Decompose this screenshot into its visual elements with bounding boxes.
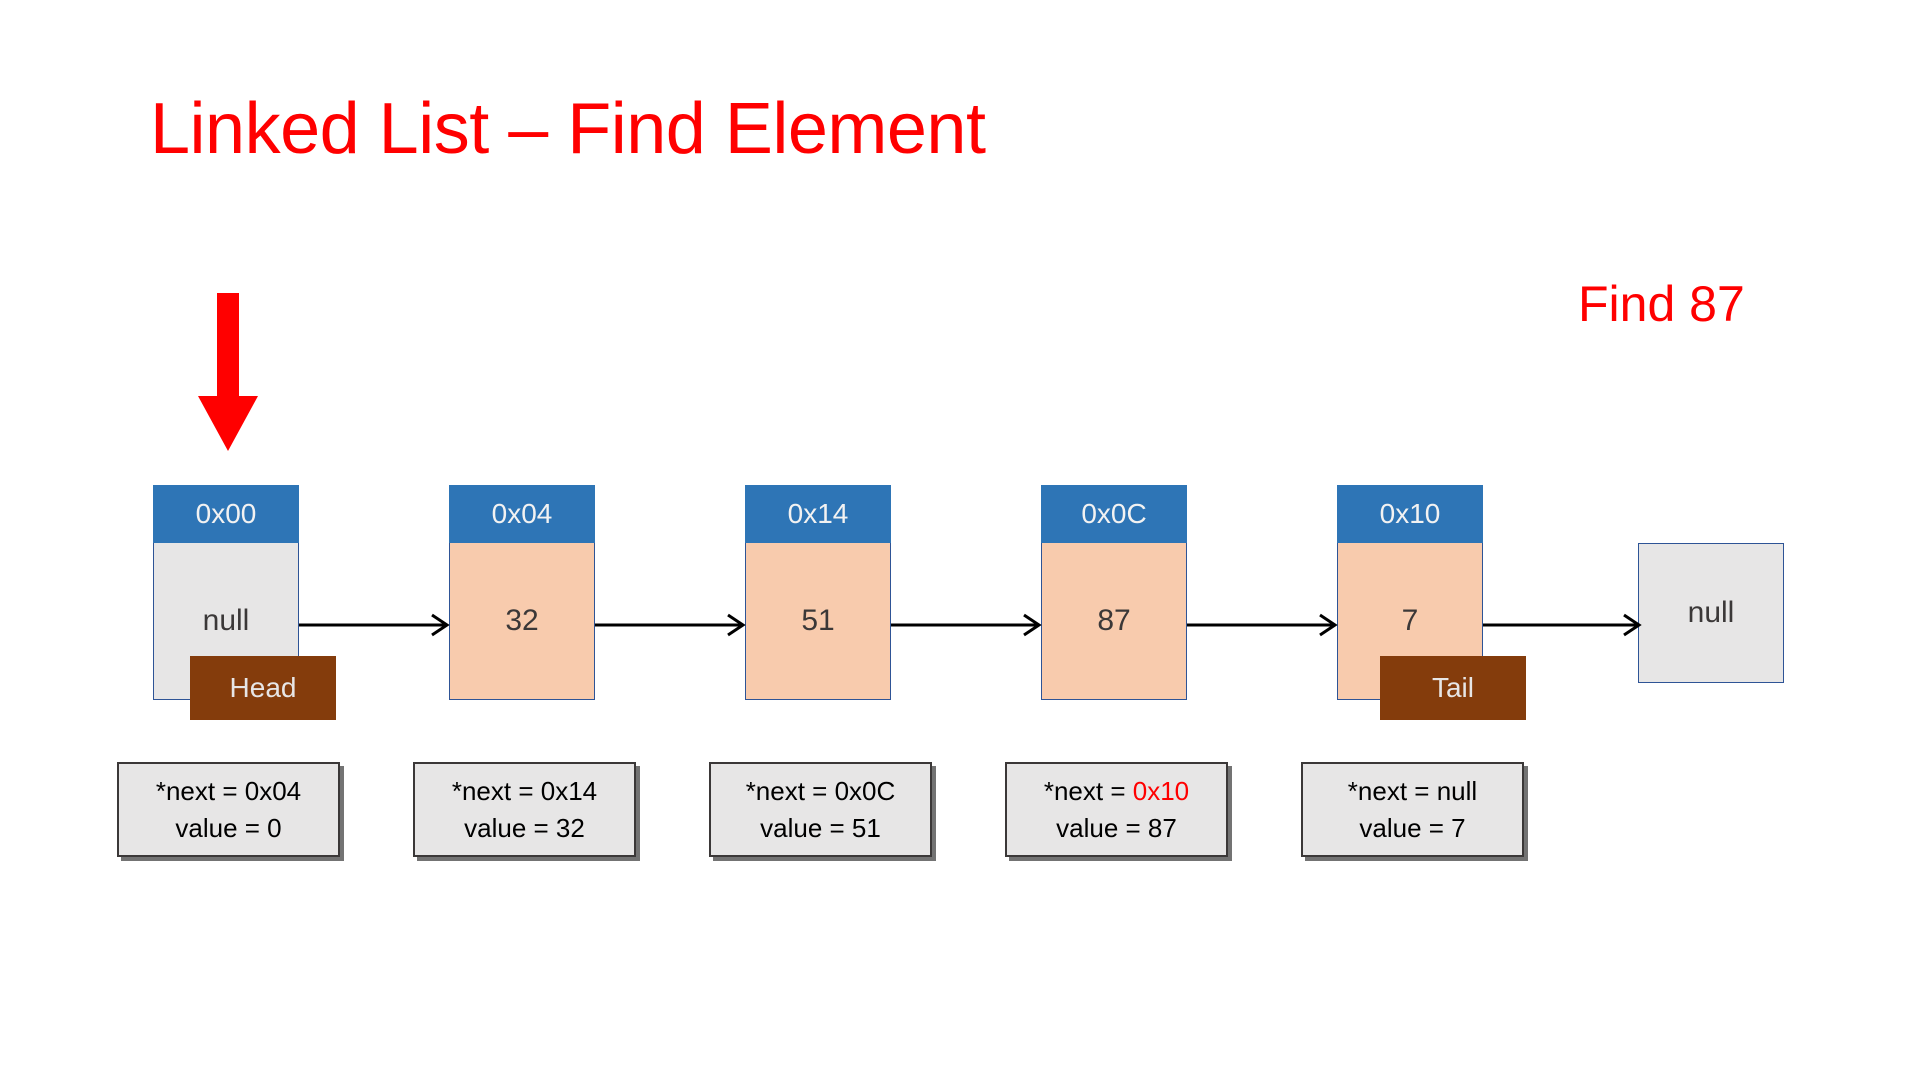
- node-value: 87: [1041, 543, 1187, 700]
- head-badge: Head: [190, 656, 336, 720]
- tail-badge: Tail: [1380, 656, 1526, 720]
- node-info-box: *next = 0x14 value = 32: [413, 762, 636, 857]
- down-arrow-icon: [196, 293, 260, 453]
- slide-canvas: Linked List – Find Element Find 87 0x00 …: [0, 0, 1920, 1080]
- list-node[interactable]: 0x04 32: [449, 485, 595, 700]
- next-value-highlighted: 0x10: [1132, 775, 1190, 806]
- node-address: 0x04: [449, 485, 595, 543]
- node-value: 51: [745, 543, 891, 700]
- node-info-value: value = 32: [464, 812, 585, 843]
- node-info-next: *next = 0x14: [452, 773, 597, 810]
- node-address: 0x10: [1337, 485, 1483, 543]
- node-address: 0x14: [745, 485, 891, 543]
- terminal-null-box: null: [1638, 543, 1784, 683]
- next-value: null: [1436, 775, 1478, 806]
- node-address: 0x00: [153, 485, 299, 543]
- node-info-value: value = 7: [1359, 812, 1466, 843]
- node-info-box: *next = null value = 7: [1301, 762, 1524, 857]
- node-address: 0x0C: [1041, 485, 1187, 543]
- connector-arrow: [1483, 612, 1643, 638]
- next-value: 0x0C: [834, 775, 896, 806]
- list-node[interactable]: 0x0C 87: [1041, 485, 1187, 700]
- node-info-next: *next = 0x04: [156, 773, 301, 810]
- node-value: 32: [449, 543, 595, 700]
- connector-arrow: [595, 612, 747, 638]
- next-label: *next =: [1043, 775, 1133, 806]
- next-label: *next =: [1347, 775, 1437, 806]
- node-info-box: *next = 0x10 value = 87: [1005, 762, 1228, 857]
- node-info-value: value = 0: [175, 812, 282, 843]
- list-node[interactable]: 0x14 51: [745, 485, 891, 700]
- next-label: *next =: [155, 775, 245, 806]
- next-value: 0x14: [540, 775, 598, 806]
- next-label: *next =: [451, 775, 541, 806]
- connector-arrow: [1187, 612, 1339, 638]
- find-target-label: Find 87: [1578, 276, 1745, 332]
- node-info-box: *next = 0x0C value = 51: [709, 762, 932, 857]
- page-title: Linked List – Find Element: [150, 89, 986, 169]
- node-info-next: *next = null: [1348, 773, 1477, 810]
- node-info-next: *next = 0x0C: [746, 773, 896, 810]
- next-label: *next =: [745, 775, 835, 806]
- next-value: 0x04: [244, 775, 302, 806]
- connector-arrow: [299, 612, 451, 638]
- node-info-box: *next = 0x04 value = 0: [117, 762, 340, 857]
- node-info-value: value = 51: [760, 812, 881, 843]
- node-info-next: *next = 0x10: [1044, 773, 1189, 810]
- connector-arrow: [891, 612, 1043, 638]
- node-info-value: value = 87: [1056, 812, 1177, 843]
